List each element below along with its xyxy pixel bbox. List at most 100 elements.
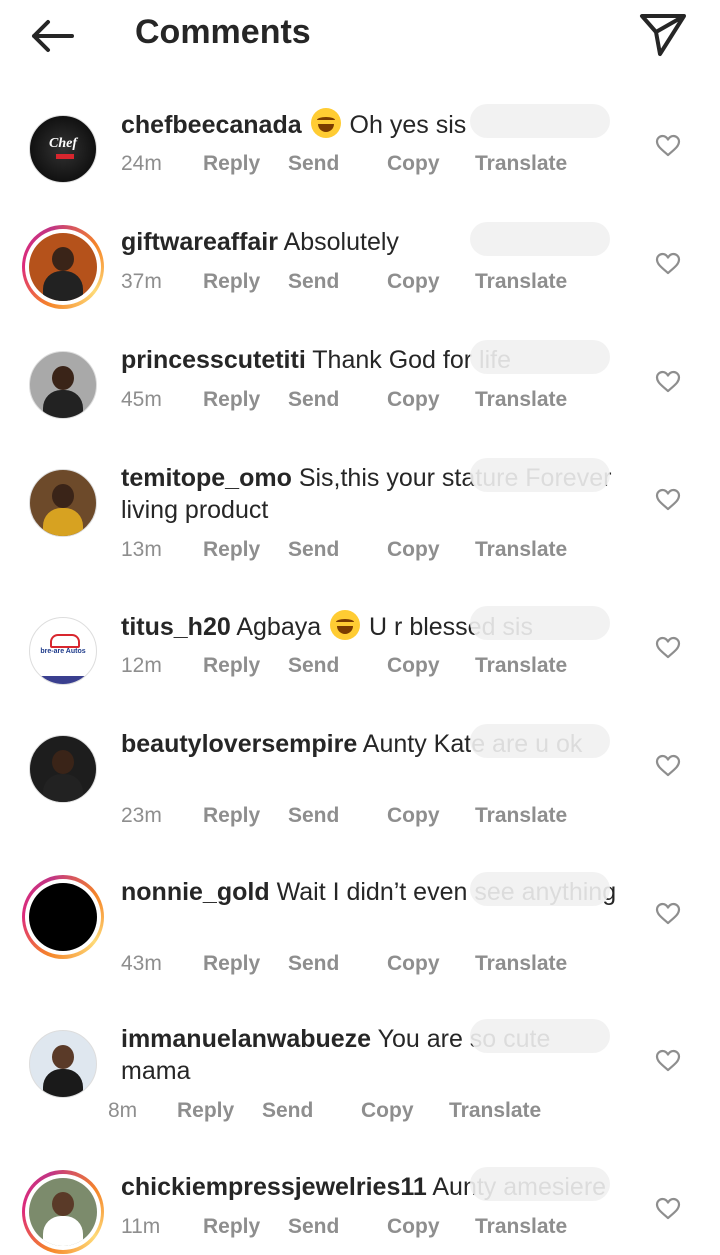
send-button[interactable]: Send — [288, 538, 387, 562]
story-ring — [22, 1170, 104, 1254]
heart-outline-icon — [655, 1049, 681, 1072]
comment-actions: 24m Reply Send Copy Translate — [121, 152, 585, 176]
reply-button[interactable]: Reply — [203, 538, 288, 562]
reply-button[interactable]: Reply — [203, 270, 288, 294]
send-button[interactable]: Send — [288, 952, 387, 976]
back-button[interactable] — [26, 14, 78, 58]
comment-actions: 12m Reply Send Copy Translate — [121, 654, 585, 678]
like-button[interactable] — [655, 488, 681, 512]
comment-username[interactable]: nonnie_gold — [121, 878, 270, 906]
avatar[interactable] — [22, 225, 104, 309]
like-button[interactable] — [655, 754, 681, 778]
translate-button[interactable]: Translate — [449, 1099, 559, 1123]
copy-button[interactable]: Copy — [387, 388, 475, 412]
laughing-emoji-icon — [310, 108, 341, 138]
copy-button[interactable]: Copy — [387, 804, 475, 828]
laughing-emoji-icon — [330, 610, 361, 640]
avatar-figure-body — [43, 774, 83, 802]
heart-outline-icon — [655, 902, 681, 925]
like-button[interactable] — [655, 902, 681, 926]
redaction-smudge — [470, 104, 610, 138]
comment-username[interactable]: chickiempressjewelries11 — [121, 1173, 427, 1201]
copy-button[interactable]: Copy — [387, 1215, 475, 1239]
avatar-figure — [52, 366, 74, 390]
comment-username[interactable]: immanuelanwabueze — [121, 1025, 371, 1053]
like-button[interactable] — [655, 134, 681, 158]
copy-button[interactable]: Copy — [387, 952, 475, 976]
comment-row: princesscutetiti Thank God for life 45m Re… — [0, 326, 720, 428]
comment-row: temitope_omo Sis,this your stature Forev… — [0, 444, 720, 578]
like-button[interactable] — [655, 1049, 681, 1073]
comment-row: Chef chefbeecanada Oh yes sis 24m Reply Send… — [0, 90, 720, 192]
send-button[interactable]: Send — [288, 152, 387, 176]
comment-username[interactable]: giftwareaffair — [121, 228, 278, 256]
comment-username[interactable]: beautyloversempire — [121, 730, 357, 758]
reply-button[interactable]: Reply — [203, 952, 288, 976]
reply-button[interactable]: Reply — [203, 1215, 288, 1239]
translate-button[interactable]: Translate — [475, 388, 585, 412]
comment-username[interactable]: titus_h20 — [121, 613, 231, 641]
reply-button[interactable]: Reply — [203, 804, 288, 828]
comment-row: immanuelanwabueze You are so cute mama 8m… — [0, 1005, 720, 1139]
send-button[interactable]: Send — [288, 270, 387, 294]
avatar[interactable] — [22, 344, 104, 426]
avatar-image — [29, 351, 97, 419]
comment-timestamp: 13m — [121, 538, 162, 561]
avatar-image — [29, 469, 97, 537]
comment-username[interactable]: princesscutetiti — [121, 346, 306, 374]
avatar[interactable] — [22, 462, 104, 544]
redaction-smudge — [470, 872, 610, 906]
like-button[interactable] — [655, 252, 681, 276]
send-button[interactable]: Send — [288, 1215, 387, 1239]
like-button[interactable] — [655, 636, 681, 660]
comment-row: nonnie_gold Wait I didn’t even see anyth… — [0, 858, 720, 992]
translate-button[interactable]: Translate — [475, 538, 585, 562]
comment-actions: 43m Reply Send Copy Translate — [121, 952, 585, 976]
like-button[interactable] — [655, 1197, 681, 1221]
avatar-image — [29, 735, 97, 803]
car-logo-icon — [50, 634, 80, 648]
comment-body: Absolutely — [283, 228, 399, 256]
comment-body: Oh yes sis — [349, 111, 467, 139]
translate-button[interactable]: Translate — [475, 804, 585, 828]
share-button[interactable] — [636, 10, 690, 58]
translate-button[interactable]: Translate — [475, 152, 585, 176]
copy-button[interactable]: Copy — [387, 538, 475, 562]
avatar-figure — [52, 247, 74, 271]
reply-button[interactable]: Reply — [203, 388, 288, 412]
avatar[interactable] — [22, 1170, 104, 1254]
send-button[interactable]: Send — [288, 388, 387, 412]
comment-username[interactable]: chefbeecanada — [121, 111, 302, 139]
avatar[interactable] — [22, 1023, 104, 1105]
story-ring-inner — [25, 1174, 101, 1250]
reply-button[interactable]: Reply — [203, 654, 288, 678]
comment-username[interactable]: temitope_omo — [121, 464, 292, 492]
avatar-image — [29, 233, 97, 301]
copy-button[interactable]: Copy — [387, 152, 475, 176]
translate-button[interactable]: Translate — [475, 952, 585, 976]
avatar[interactable]: bre-are Autos — [22, 610, 104, 692]
copy-button[interactable]: Copy — [361, 1099, 449, 1123]
avatar-figure — [52, 1045, 74, 1069]
comment-row: bre-are Autos titus_h20 Agbaya U r blesse… — [0, 592, 720, 694]
reply-button[interactable]: Reply — [177, 1099, 262, 1123]
avatar-image: Chef — [29, 115, 97, 183]
send-button[interactable]: Send — [262, 1099, 361, 1123]
copy-button[interactable]: Copy — [387, 654, 475, 678]
translate-button[interactable]: Translate — [475, 654, 585, 678]
send-button[interactable]: Send — [288, 804, 387, 828]
comment-actions: 23m Reply Send Copy Translate — [121, 804, 585, 828]
heart-outline-icon — [655, 134, 681, 157]
avatar[interactable] — [22, 875, 104, 959]
heart-outline-icon — [655, 252, 681, 275]
copy-button[interactable]: Copy — [387, 270, 475, 294]
reply-button[interactable]: Reply — [203, 152, 288, 176]
like-button[interactable] — [655, 370, 681, 394]
avatar[interactable]: Chef — [22, 108, 104, 190]
story-ring-inner — [25, 879, 101, 955]
avatar[interactable] — [22, 728, 104, 810]
translate-button[interactable]: Translate — [475, 1215, 585, 1239]
translate-button[interactable]: Translate — [475, 270, 585, 294]
comment-timestamp: 45m — [121, 388, 162, 411]
send-button[interactable]: Send — [288, 654, 387, 678]
